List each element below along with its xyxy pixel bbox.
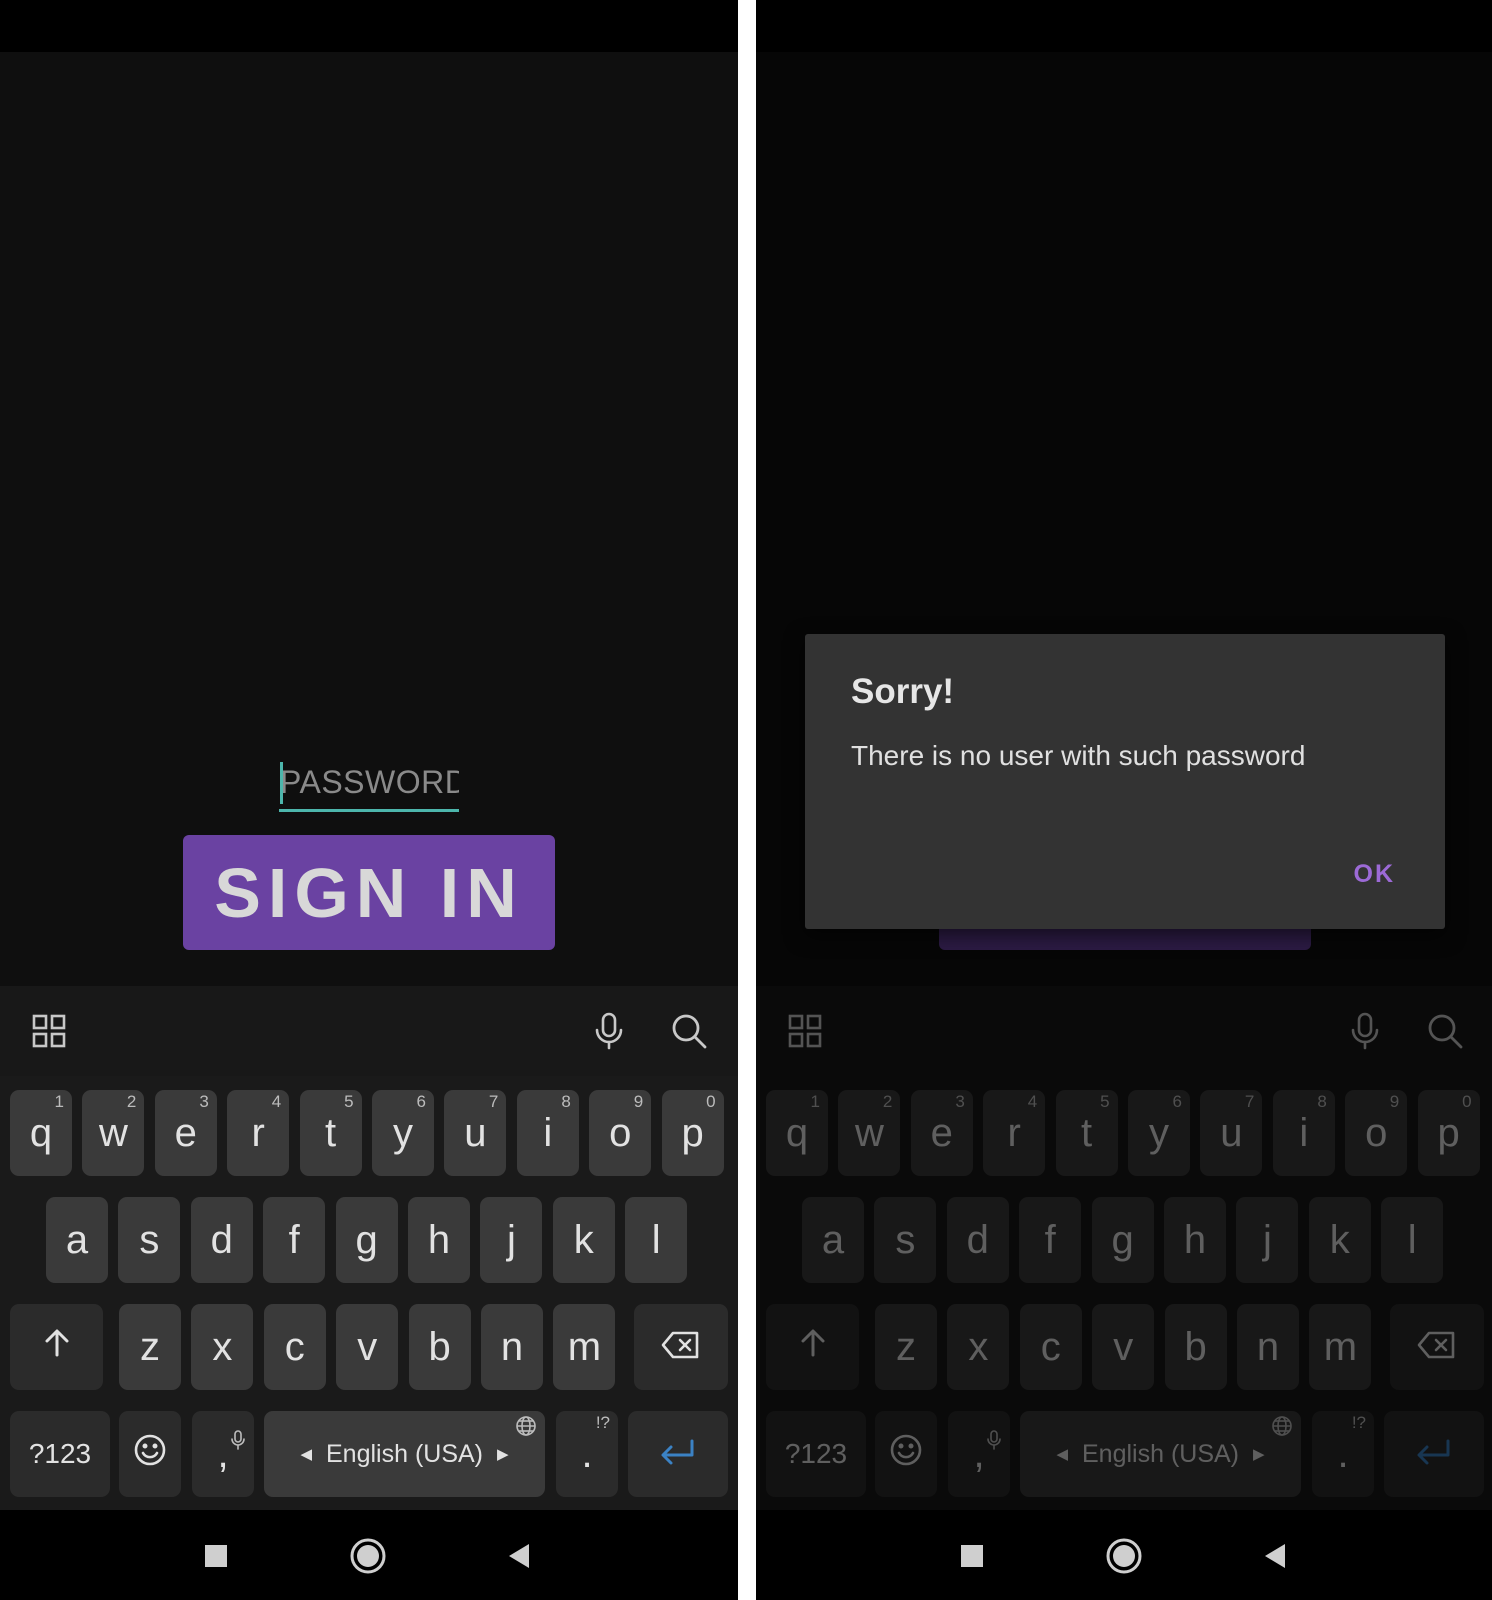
space-key[interactable]: ◀ English (USA) ▶ bbox=[264, 1411, 545, 1497]
key-label: , bbox=[217, 1431, 229, 1476]
back-icon[interactable] bbox=[500, 1536, 540, 1576]
key-k[interactable]: k bbox=[552, 1197, 615, 1283]
shift-icon bbox=[40, 1325, 74, 1370]
keyboard-toolbar bbox=[0, 986, 738, 1076]
key-v[interactable]: v bbox=[336, 1304, 399, 1390]
arrow-left-icon: ◀ bbox=[300, 1446, 312, 1463]
key-y[interactable]: y6 bbox=[372, 1090, 434, 1176]
key-q[interactable]: q1 bbox=[10, 1090, 72, 1176]
grid-icon[interactable] bbox=[28, 1010, 70, 1052]
text-cursor bbox=[280, 762, 283, 804]
language-label: English (USA) bbox=[326, 1439, 483, 1468]
key-hint: 0 bbox=[706, 1092, 716, 1111]
recents-icon[interactable] bbox=[196, 1536, 236, 1576]
recents-icon[interactable] bbox=[952, 1536, 992, 1576]
phone-screen-error: SIGN IN q1w2e3r4t5y6u7i8o9p0asdfghjklzxc… bbox=[756, 0, 1492, 1600]
key-c[interactable]: c bbox=[263, 1304, 326, 1390]
enter-key[interactable] bbox=[628, 1411, 728, 1497]
phone-screen-login: SIGN IN q1w2e3r4t5y6u7i8o9p0asdfghjklzxc… bbox=[0, 0, 738, 1600]
key-d[interactable]: d bbox=[190, 1197, 253, 1283]
status-bar bbox=[0, 0, 738, 52]
mic-icon[interactable] bbox=[588, 1010, 630, 1052]
key-z[interactable]: z bbox=[119, 1304, 181, 1390]
globe-icon bbox=[515, 1415, 537, 1444]
arrow-right-icon: ▶ bbox=[497, 1446, 509, 1463]
key-hint: 2 bbox=[126, 1092, 137, 1111]
emoji-icon bbox=[133, 1432, 167, 1477]
key-label: t bbox=[325, 1110, 337, 1155]
emoji-key[interactable] bbox=[119, 1411, 181, 1497]
key-g[interactable]: g bbox=[335, 1197, 398, 1283]
key-hint: 4 bbox=[271, 1092, 282, 1111]
comma-key[interactable]: , bbox=[192, 1411, 254, 1497]
key-f[interactable]: f bbox=[263, 1197, 326, 1283]
key-m[interactable]: m bbox=[553, 1304, 616, 1390]
key-x[interactable]: x bbox=[191, 1304, 254, 1390]
key-j[interactable]: j bbox=[480, 1197, 543, 1283]
key-l[interactable]: l bbox=[625, 1197, 688, 1283]
key-label: u bbox=[464, 1110, 487, 1155]
key-label: w bbox=[98, 1110, 128, 1155]
key-hint: 9 bbox=[633, 1092, 644, 1111]
key-e[interactable]: e3 bbox=[154, 1090, 217, 1176]
password-field[interactable] bbox=[279, 756, 459, 812]
backspace-key[interactable] bbox=[634, 1304, 728, 1390]
home-icon[interactable] bbox=[348, 1536, 388, 1576]
home-icon[interactable] bbox=[1104, 1536, 1144, 1576]
password-input[interactable] bbox=[279, 756, 459, 808]
period-key[interactable]: .!? bbox=[556, 1411, 618, 1497]
key-hint: !? bbox=[595, 1413, 610, 1432]
key-label: r bbox=[251, 1110, 265, 1155]
screenshot-divider bbox=[738, 0, 756, 1600]
key-hint: 3 bbox=[199, 1092, 209, 1111]
back-icon[interactable] bbox=[1256, 1536, 1296, 1576]
key-hint: 6 bbox=[416, 1092, 426, 1111]
key-hint: 8 bbox=[561, 1092, 571, 1111]
key-label: e bbox=[174, 1110, 197, 1155]
key-u[interactable]: u7 bbox=[444, 1090, 507, 1176]
key-b[interactable]: b bbox=[408, 1304, 471, 1390]
key-label: o bbox=[609, 1110, 632, 1155]
key-hint: 1 bbox=[54, 1092, 64, 1111]
keyboard: q1w2e3r4t5y6u7i8o9p0asdfghjklzxcvbnm?123… bbox=[0, 986, 738, 1510]
sign-in-button[interactable]: SIGN IN bbox=[183, 835, 555, 950]
key-p[interactable]: p0 bbox=[661, 1090, 724, 1176]
enter-icon bbox=[658, 1432, 698, 1477]
key-n[interactable]: n bbox=[481, 1304, 543, 1390]
key-label: q bbox=[29, 1110, 53, 1155]
mic-icon bbox=[230, 1415, 246, 1460]
error-dialog: Sorry! There is no user with such passwo… bbox=[805, 634, 1445, 929]
key-t[interactable]: t5 bbox=[299, 1090, 362, 1176]
key-h[interactable]: h bbox=[408, 1197, 470, 1283]
backspace-icon bbox=[661, 1325, 701, 1370]
key-hint: 5 bbox=[344, 1092, 354, 1111]
key-label: y bbox=[393, 1110, 413, 1155]
key-i[interactable]: i8 bbox=[516, 1090, 579, 1176]
shift-key[interactable] bbox=[10, 1304, 103, 1390]
key-label: i bbox=[543, 1110, 553, 1155]
key-w[interactable]: w2 bbox=[82, 1090, 145, 1176]
navigation-bar bbox=[756, 1510, 1492, 1600]
key-label: . bbox=[581, 1431, 593, 1476]
key-label: p bbox=[681, 1110, 704, 1155]
key-a[interactable]: a bbox=[46, 1197, 108, 1283]
key-hint: 7 bbox=[488, 1092, 499, 1111]
dialog-message: There is no user with such password bbox=[851, 740, 1306, 771]
status-bar bbox=[756, 0, 1492, 52]
key-o[interactable]: o9 bbox=[589, 1090, 652, 1176]
navigation-bar bbox=[0, 1510, 738, 1600]
key-r[interactable]: r4 bbox=[227, 1090, 290, 1176]
search-icon[interactable] bbox=[668, 1010, 710, 1052]
symbols-key[interactable]: ?123 bbox=[10, 1411, 110, 1497]
dialog-title: Sorry! bbox=[851, 672, 955, 711]
key-s[interactable]: s bbox=[118, 1197, 181, 1283]
ok-button[interactable]: OK bbox=[1354, 860, 1396, 889]
